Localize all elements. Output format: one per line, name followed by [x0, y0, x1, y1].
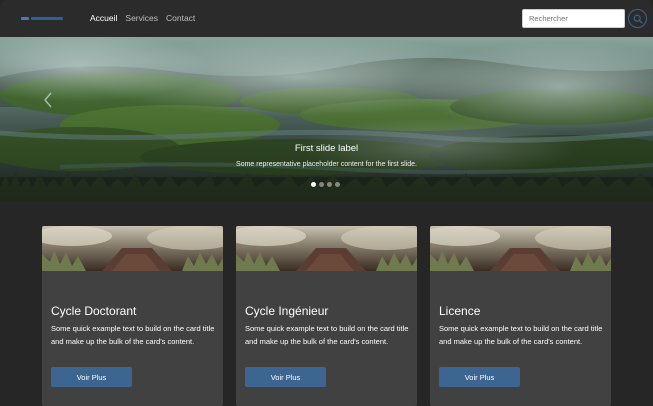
- card-title: Licence: [439, 304, 481, 318]
- search-input[interactable]: [522, 9, 625, 28]
- card-image: [430, 226, 611, 271]
- search-button[interactable]: [628, 9, 647, 28]
- card-cycle-doctorant: Cycle Doctorant Some quick example text …: [42, 226, 223, 406]
- brand-logo-text: [31, 16, 63, 20]
- card-title: Cycle Ingénieur: [245, 304, 329, 318]
- slide-image: [0, 37, 653, 201]
- page: Accueil Services Contact Rechercher Firs…: [0, 0, 653, 406]
- carousel-indicator-1[interactable]: [311, 182, 316, 187]
- nav-link-contact[interactable]: Contact: [166, 13, 195, 23]
- card-image: [236, 226, 417, 271]
- slide-caption-title: First slide label: [294, 143, 359, 154]
- card-text: Some quick example text to build on the …: [51, 324, 215, 346]
- carousel-indicator-3[interactable]: [327, 182, 332, 187]
- brand-logo[interactable]: [21, 14, 65, 22]
- carousel-indicator-2[interactable]: [319, 182, 324, 187]
- carousel-indicator-4[interactable]: [335, 182, 340, 187]
- navbar: Accueil Services Contact: [0, 0, 653, 37]
- voir-plus-button[interactable]: Voir Plus: [439, 367, 520, 387]
- card-text: Some quick example text to build on the …: [439, 324, 603, 346]
- voir-plus-button[interactable]: Voir Plus: [245, 367, 326, 387]
- search-icon: [633, 14, 643, 24]
- carousel-prev-button[interactable]: [38, 85, 58, 115]
- card-cycle-ingenieur: Cycle Ingénieur Some quick example text …: [236, 226, 417, 406]
- card-title: Cycle Doctorant: [51, 304, 137, 318]
- slide-caption-text: Some representative placeholder content …: [236, 161, 417, 168]
- nav-link-services[interactable]: Services: [125, 13, 158, 23]
- card-image: [42, 226, 223, 271]
- hero-carousel: First slide label Some representative pl…: [0, 37, 653, 201]
- card-licence: Licence Some quick example text to build…: [430, 226, 611, 406]
- card-text: Some quick example text to build on the …: [245, 324, 409, 346]
- nav-link-accueil[interactable]: Accueil: [90, 13, 117, 23]
- brand-logo-mark: [21, 16, 29, 20]
- voir-plus-button[interactable]: Voir Plus: [51, 367, 132, 387]
- chevron-left-icon: [44, 92, 52, 108]
- nav-links: Accueil Services Contact: [90, 13, 195, 23]
- carousel-indicators: [311, 182, 340, 187]
